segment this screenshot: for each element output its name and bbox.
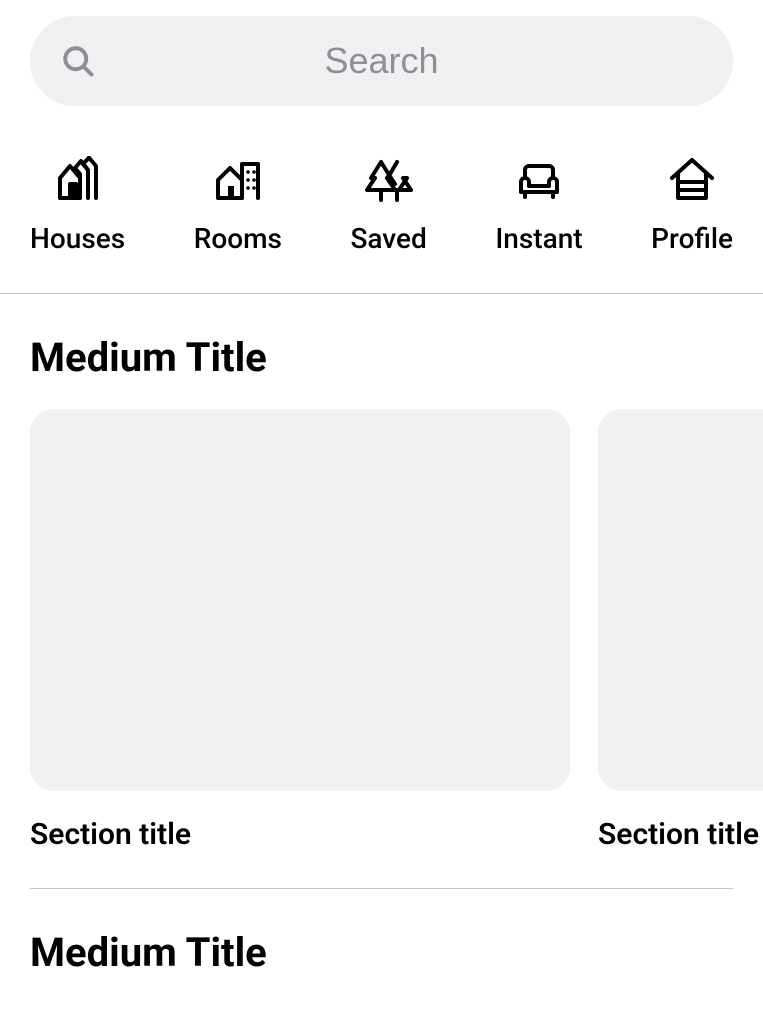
- card-title: Section title: [30, 817, 570, 852]
- tab-label: Rooms: [194, 222, 282, 255]
- tab-profile[interactable]: Profile: [651, 156, 733, 255]
- tab-label: Saved: [350, 222, 426, 255]
- tab-label: Profile: [651, 222, 733, 255]
- tab-houses[interactable]: Houses: [30, 156, 125, 255]
- rooms-icon: [214, 156, 262, 204]
- tab-rooms[interactable]: Rooms: [194, 156, 282, 255]
- couch-icon: [515, 156, 563, 204]
- divider: [30, 888, 733, 889]
- houses-icon: [54, 156, 102, 204]
- house-roof-icon: [668, 156, 716, 204]
- tab-instant[interactable]: Instant: [495, 156, 582, 255]
- section-heading: Medium Title: [30, 334, 733, 381]
- card-image-placeholder: [598, 409, 763, 791]
- search-input[interactable]: [116, 40, 703, 82]
- card-row[interactable]: Section title Section title: [0, 409, 763, 852]
- card-item[interactable]: Section title: [30, 409, 570, 852]
- search-icon: [60, 43, 96, 79]
- section-heading: Medium Title: [30, 929, 733, 976]
- tab-saved[interactable]: Saved: [350, 156, 426, 255]
- trees-icon: [365, 156, 413, 204]
- tab-row: Houses Rooms: [0, 106, 763, 294]
- search-bar[interactable]: [30, 16, 733, 106]
- card-item[interactable]: Section title: [598, 409, 763, 852]
- card-title: Section title: [598, 817, 763, 852]
- card-image-placeholder: [30, 409, 570, 791]
- tab-label: Houses: [30, 222, 125, 255]
- tab-label: Instant: [495, 222, 582, 255]
